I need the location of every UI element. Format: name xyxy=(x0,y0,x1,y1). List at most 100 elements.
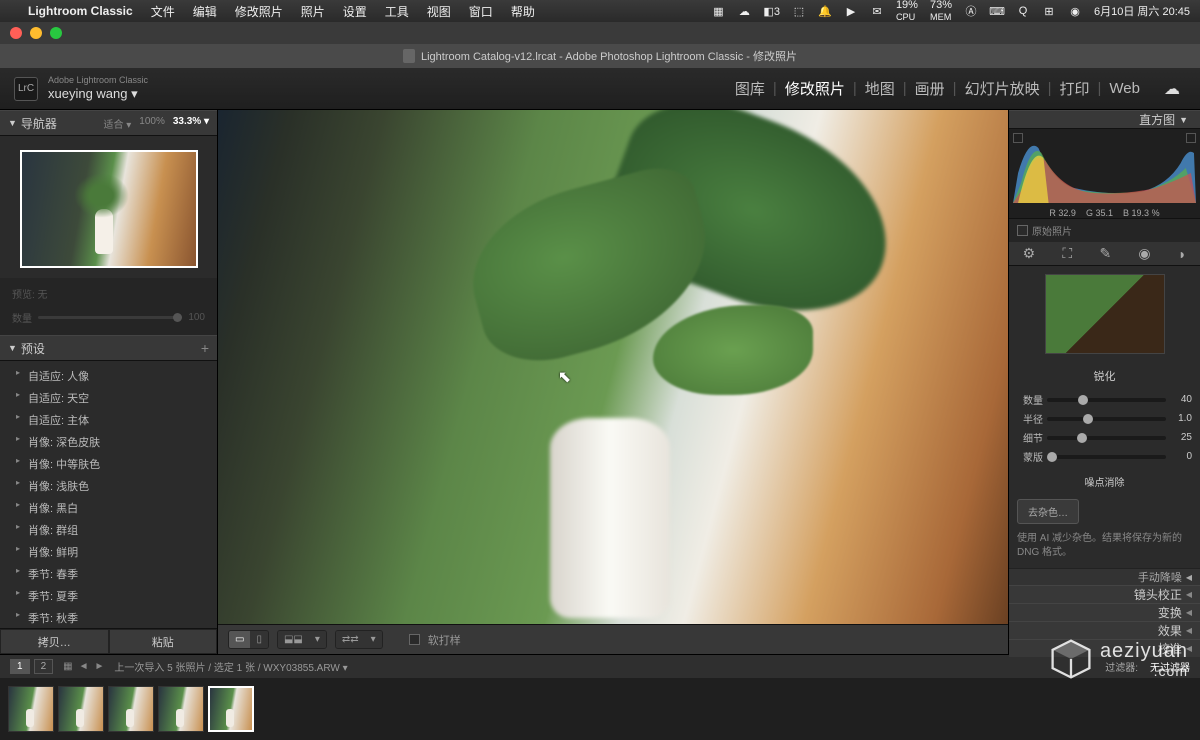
sharpen-detail-slider[interactable] xyxy=(1047,436,1166,440)
menubar-icon-cc[interactable]: ⊞ xyxy=(1042,4,1056,18)
close-button[interactable] xyxy=(10,27,22,39)
add-preset-icon[interactable]: + xyxy=(201,340,209,356)
preset-item[interactable]: 肖像: 深色皮肤 xyxy=(0,431,217,453)
preset-item[interactable]: 季节: 春季 xyxy=(0,563,217,585)
menubar-icon-input[interactable]: ⌨ xyxy=(990,4,1004,18)
menubar-icon-wechat[interactable]: ✉ xyxy=(870,4,884,18)
preset-item[interactable]: 肖像: 鲜明 xyxy=(0,541,217,563)
zoom-button[interactable] xyxy=(50,27,62,39)
preset-item[interactable]: 自适应: 主体 xyxy=(0,409,217,431)
redeye-icon[interactable]: ◉ xyxy=(1132,242,1156,265)
mask-icon[interactable]: ◗ xyxy=(1172,243,1192,265)
menubar-icon-4[interactable]: ⬚ xyxy=(792,4,806,18)
module-develop[interactable]: 修改照片 xyxy=(779,78,851,99)
menu-develop[interactable]: 修改照片 xyxy=(235,3,283,20)
heal-icon[interactable]: ✎ xyxy=(1093,242,1117,265)
menubar-datetime[interactable]: 6月10日 周六 20:45 xyxy=(1094,3,1190,19)
sharpen-mask-slider[interactable] xyxy=(1047,455,1166,459)
module-print[interactable]: 打印 xyxy=(1054,78,1096,99)
module-map[interactable]: 地图 xyxy=(859,78,901,99)
panel-lens[interactable]: 镜头校正◀ xyxy=(1009,585,1200,603)
user-name[interactable]: xueying wang ▾ xyxy=(48,86,148,102)
softproof-checkbox[interactable] xyxy=(409,634,420,645)
paste-button[interactable]: 粘贴 xyxy=(109,629,218,654)
noise-reduce-title: 噪点消除 xyxy=(1017,474,1192,489)
preset-item[interactable]: 季节: 秋季 xyxy=(0,607,217,628)
preset-item[interactable]: 季节: 夏季 xyxy=(0,585,217,607)
menubar-icon-search[interactable]: Q xyxy=(1016,4,1030,18)
app-name[interactable]: Lightroom Classic xyxy=(28,4,133,18)
macos-menubar: Lightroom Classic 文件 编辑 修改照片 照片 设置 工具 视图… xyxy=(0,0,1200,22)
filmstrip-thumb[interactable] xyxy=(108,686,154,732)
menu-photo[interactable]: 照片 xyxy=(301,3,325,20)
denoise-button[interactable]: 去杂色… xyxy=(1017,499,1079,524)
view-mode-toggle[interactable]: ▭▯ xyxy=(228,630,269,649)
preset-item[interactable]: 肖像: 黑白 xyxy=(0,497,217,519)
filmstrip-thumb-selected[interactable] xyxy=(208,686,254,732)
edit-sliders-icon[interactable]: ⚙ xyxy=(1017,242,1042,265)
monitor-1[interactable]: 1 xyxy=(10,659,30,674)
histogram-label: 直方图 xyxy=(1139,111,1175,128)
preset-item[interactable]: 自适应: 人像 xyxy=(0,365,217,387)
module-slideshow[interactable]: 幻灯片放映 xyxy=(959,78,1046,99)
zoom-100[interactable]: 100% xyxy=(139,116,165,131)
zoom-fit[interactable]: 适合 ▾ xyxy=(103,116,131,131)
menu-file[interactable]: 文件 xyxy=(151,3,175,20)
detail-preview-thumb[interactable] xyxy=(1045,274,1165,354)
menubar-icon-2[interactable]: ☁ xyxy=(737,4,751,18)
nav-fwd-icon[interactable]: ► xyxy=(94,661,104,672)
menubar-icon-1[interactable]: ▦ xyxy=(711,4,725,18)
menu-help[interactable]: 帮助 xyxy=(511,3,535,20)
filmstrip-thumb[interactable] xyxy=(8,686,54,732)
preset-item[interactable]: 自适应: 天空 xyxy=(0,387,217,409)
sharpen-mask-label: 蒙版 xyxy=(1017,449,1043,464)
menu-tools[interactable]: 工具 xyxy=(385,3,409,20)
zoom-33[interactable]: 33.3% ▾ xyxy=(173,116,209,131)
panel-transform[interactable]: 变换◀ xyxy=(1009,603,1200,621)
navigator-thumbnail[interactable] xyxy=(20,150,198,268)
module-web[interactable]: Web xyxy=(1103,80,1146,97)
sharpen-amount-slider[interactable] xyxy=(1047,398,1166,402)
menubar-icon-bell[interactable]: 🔔 xyxy=(818,4,832,18)
menu-edit[interactable]: 编辑 xyxy=(193,3,217,20)
product-name: Adobe Lightroom Classic xyxy=(48,75,148,86)
original-checkbox[interactable] xyxy=(1017,225,1028,236)
menu-window[interactable]: 窗口 xyxy=(469,3,493,20)
grid-icon[interactable]: ▦ xyxy=(63,661,72,672)
histogram-header[interactable]: 直方图 ▼ xyxy=(1009,110,1200,129)
menu-settings[interactable]: 设置 xyxy=(343,3,367,20)
filmstrip-thumb[interactable] xyxy=(158,686,204,732)
compare-toggle[interactable]: ⇄⇄▾ xyxy=(335,630,383,649)
preset-item[interactable]: 肖像: 群组 xyxy=(0,519,217,541)
copy-button[interactable]: 拷贝… xyxy=(0,629,109,654)
menubar-icon-6[interactable]: ▶ xyxy=(844,4,858,18)
sharpen-radius-slider[interactable] xyxy=(1047,417,1166,421)
monitor-2[interactable]: 2 xyxy=(34,659,54,674)
manual-nr-row[interactable]: 手动降噪◀ xyxy=(1009,568,1200,585)
dim-amount-slider[interactable] xyxy=(38,316,182,319)
shadow-clip-icon[interactable] xyxy=(1013,133,1023,143)
filmstrip[interactable] xyxy=(0,678,1200,740)
before-after-toggle[interactable]: ⬓⬓▾ xyxy=(277,630,327,649)
highlight-clip-icon[interactable] xyxy=(1186,133,1196,143)
filmstrip-thumb[interactable] xyxy=(58,686,104,732)
menubar-icon-a[interactable]: Ⓐ xyxy=(964,4,978,18)
preset-list[interactable]: 自适应: 人像 自适应: 天空 自适应: 主体 肖像: 深色皮肤 肖像: 中等肤… xyxy=(0,361,217,628)
module-library[interactable]: 图库 xyxy=(729,78,771,99)
filmstrip-info[interactable]: 上一次导入 5 张照片 / 选定 1 张 / WXY03855.ARW ▾ xyxy=(114,659,347,674)
crop-icon[interactable]: ⛶ xyxy=(1056,242,1078,265)
photo-canvas[interactable]: ⬉ xyxy=(218,110,1008,624)
navigator-header[interactable]: ▼导航器 适合 ▾ 100% 33.3% ▾ xyxy=(0,110,217,136)
menubar-icon-siri[interactable]: ◉ xyxy=(1068,4,1082,18)
cloud-sync-icon[interactable]: ☁ xyxy=(1158,79,1186,99)
menubar-badge[interactable]: ◧3 xyxy=(763,5,780,18)
preset-item[interactable]: 肖像: 浅肤色 xyxy=(0,475,217,497)
original-photo-row[interactable]: 原始照片 xyxy=(1009,219,1200,242)
menu-view[interactable]: 视图 xyxy=(427,3,451,20)
nav-back-icon[interactable]: ◄ xyxy=(79,661,89,672)
preset-item[interactable]: 肖像: 中等肤色 xyxy=(0,453,217,475)
presets-header[interactable]: ▼预设 + xyxy=(0,335,217,361)
minimize-button[interactable] xyxy=(30,27,42,39)
histogram[interactable]: R 32.9 G 35.1 B 19.3 % xyxy=(1009,129,1200,219)
module-book[interactable]: 画册 xyxy=(909,78,951,99)
